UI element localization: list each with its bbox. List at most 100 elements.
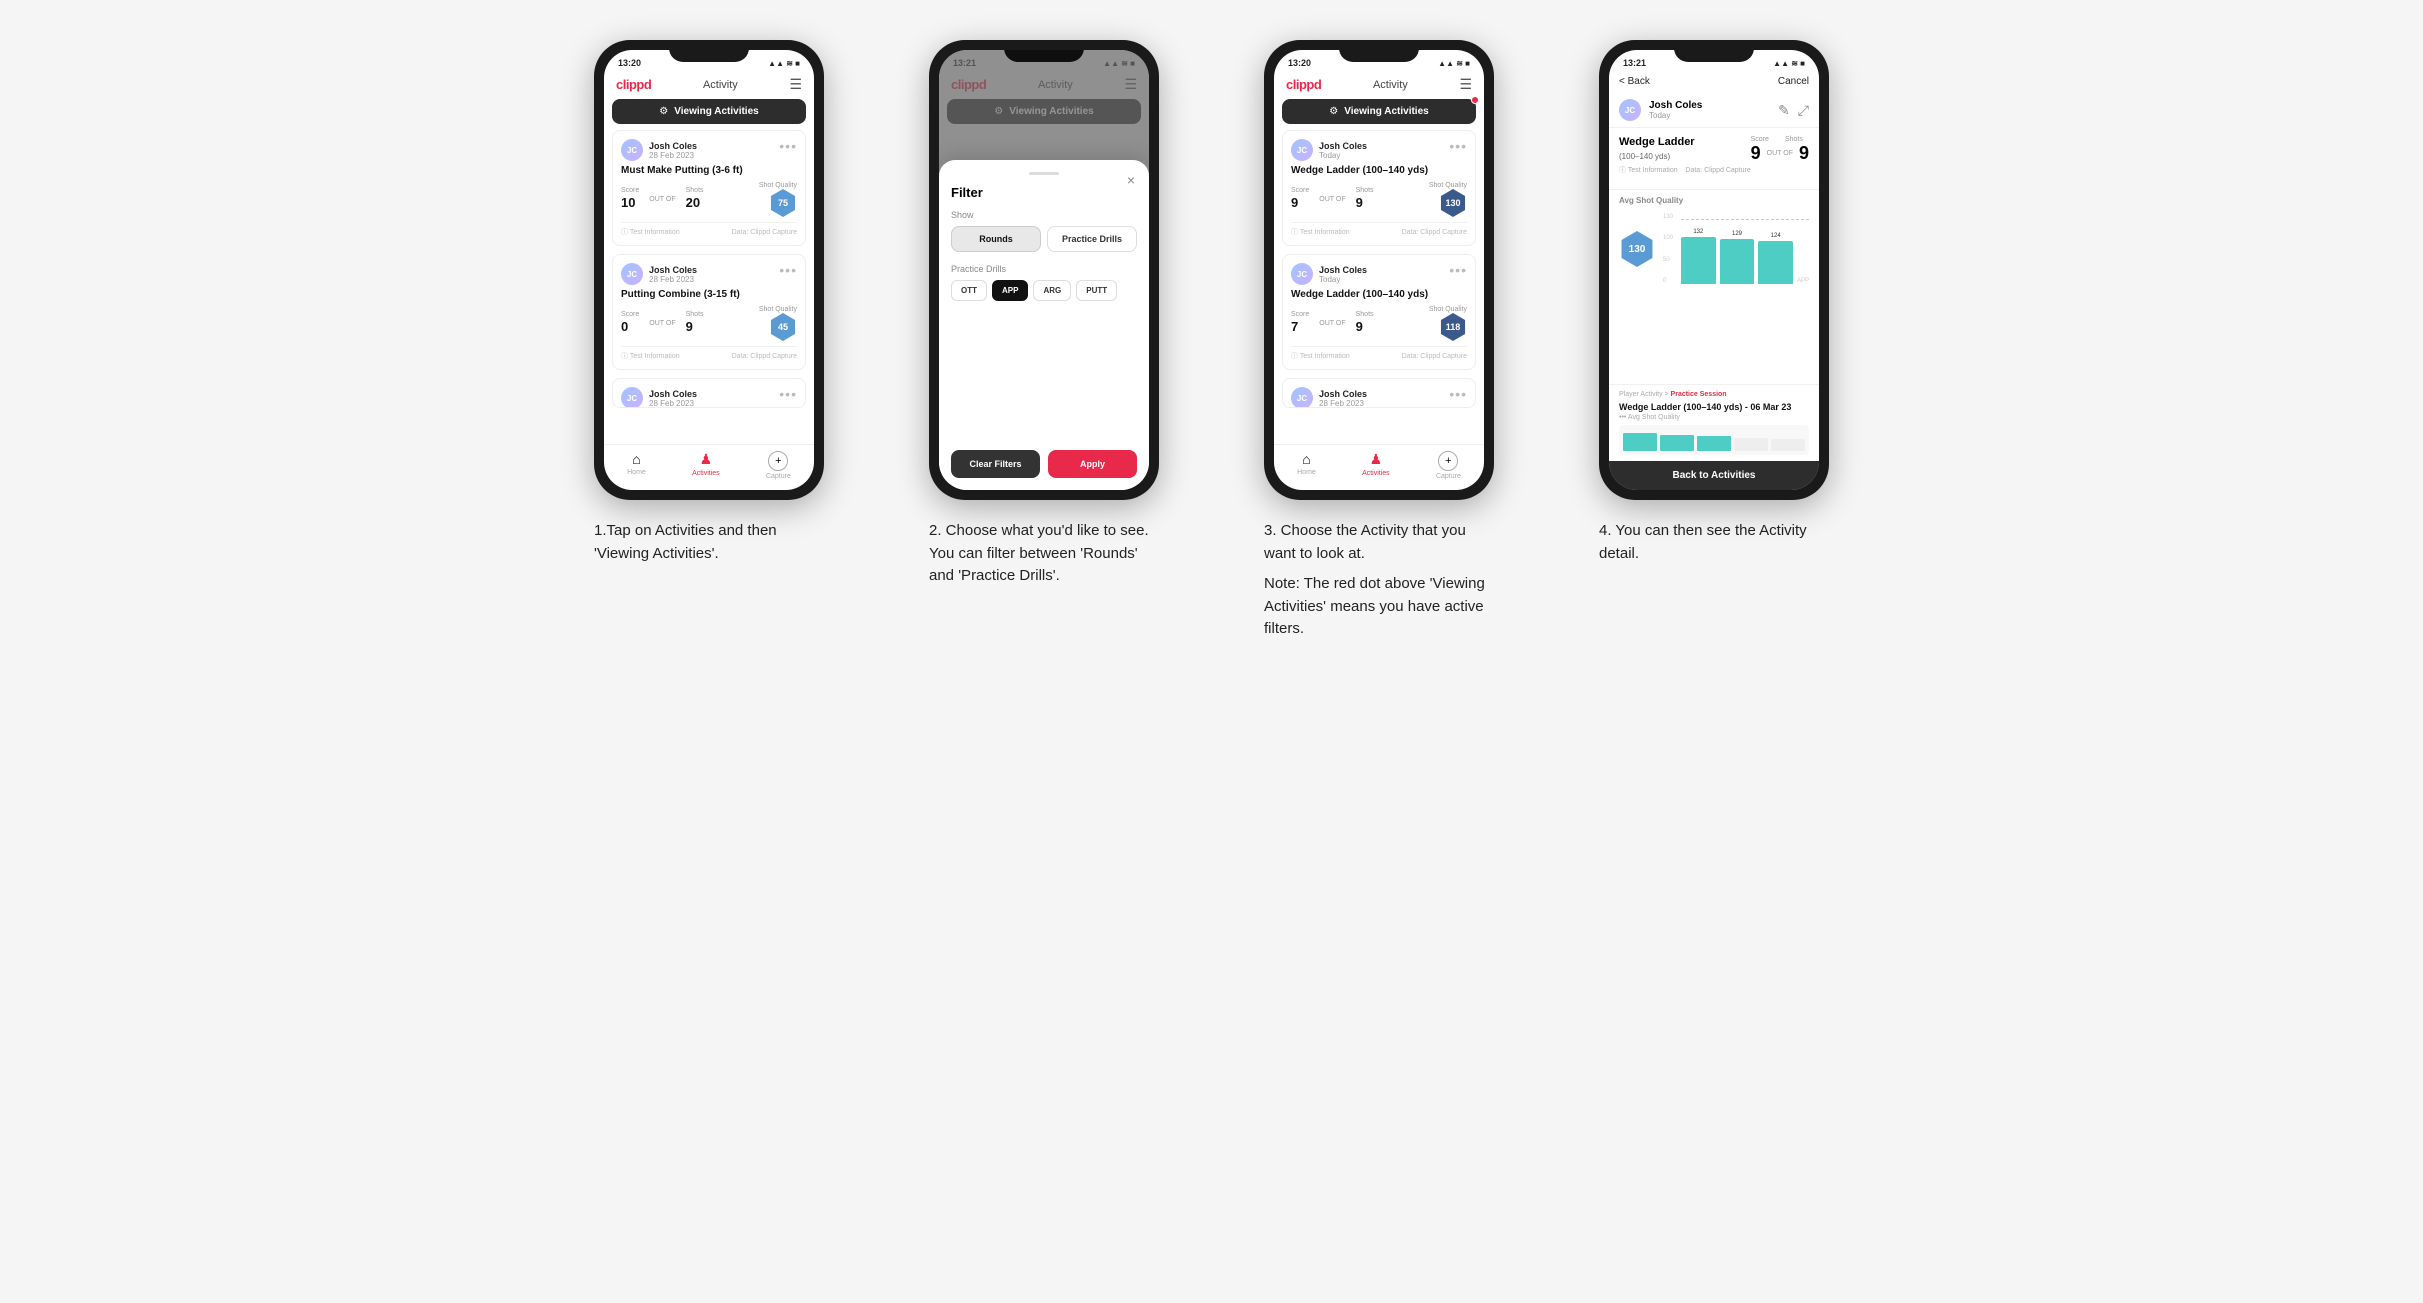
detail-action-icons-4: ✎ ⤢ [1778, 102, 1809, 119]
card-dots-1-2[interactable]: ••• [779, 263, 797, 277]
card-header-1-2: JC Josh Coles 28 Feb 2023 ••• [621, 263, 797, 285]
card-footer-1-1: ⓘ Test Information Data: Clippd Capture [621, 222, 797, 237]
filter-chips-row: OTT APP ARG PUTT [951, 280, 1137, 301]
y-axis-4: 130 100 50 0 [1663, 214, 1673, 284]
activity-card-3-2[interactable]: JC Josh Coles Today ••• Wedge Ladder (10… [1282, 254, 1476, 370]
shot-quality-stat-1-2: Shot Quality 45 [759, 306, 797, 341]
bar-3-4 [1758, 241, 1793, 284]
user-date-1-2: 28 Feb 2023 [649, 275, 697, 284]
bottom-nav-3: ⌂ Home ♟ Activities + Capture [1274, 444, 1484, 490]
filter-title: Filter [951, 185, 1137, 200]
practice-drills-filter-btn[interactable]: Practice Drills [1047, 226, 1137, 252]
card-header-1-1: JC Josh Coles 28 Feb 2023 ••• [621, 139, 797, 161]
app-header-1: clippd Activity ☰ [604, 72, 814, 99]
user-name-1-3: Josh Coles [649, 389, 697, 399]
step-4-description: 4. You can then see the Activity detail. [1599, 520, 1829, 565]
user-info-3-1: JC Josh Coles Today [1291, 139, 1367, 161]
activity-list-3: JC Josh Coles Today ••• Wedge Ladder (10… [1274, 124, 1484, 444]
hamburger-icon-1[interactable]: ☰ [789, 76, 802, 93]
edit-icon-4[interactable]: ✎ [1778, 102, 1790, 119]
detail-shots-4: 9 [1799, 143, 1809, 164]
card-dots-1-1[interactable]: ••• [779, 139, 797, 153]
clear-filters-btn[interactable]: Clear Filters [951, 450, 1040, 478]
capture-icon-1: + [768, 451, 788, 471]
filter-close-icon[interactable]: × [1127, 172, 1135, 188]
card-header-3-1: JC Josh Coles Today ••• [1291, 139, 1467, 161]
outof-1-1: OUT OF [649, 196, 675, 203]
back-to-activities-btn-4[interactable]: Back to Activities [1609, 461, 1819, 490]
activity-name-1-1: Must Make Putting (3-6 ft) [621, 165, 797, 176]
card-header-3-2: JC Josh Coles Today ••• [1291, 263, 1467, 285]
activity-card-3-1[interactable]: JC Josh Coles Today ••• Wedge Ladder (10… [1282, 130, 1476, 246]
activity-card-1-2[interactable]: JC Josh Coles 28 Feb 2023 ••• Putting Co… [612, 254, 806, 370]
nav-capture-1[interactable]: + Capture [766, 451, 791, 480]
user-details-1-1: Josh Coles 28 Feb 2023 [649, 141, 697, 160]
activity-list-1: JC Josh Coles 28 Feb 2023 ••• Must Make … [604, 124, 814, 444]
avg-sq-label-4: Avg Shot Quality [1619, 196, 1809, 205]
activity-card-3-3[interactable]: JC Josh Coles 28 Feb 2023 ••• [1282, 378, 1476, 408]
nav-home-label-1: Home [627, 469, 646, 476]
phone-notch-1 [669, 40, 749, 62]
filter-chip-app[interactable]: APP [992, 280, 1028, 301]
detail-header-4: < Back Cancel [1609, 72, 1819, 93]
red-dot-3 [1471, 96, 1479, 104]
avatar-4: JC [1619, 99, 1641, 121]
player-activity-section-4: Player Activity > Practice Session Wedge… [1609, 384, 1819, 461]
nav-capture-3[interactable]: + Capture [1436, 451, 1461, 480]
user-info-1-3: JC Josh Coles 28 Feb 2023 [621, 387, 697, 408]
nav-home-1[interactable]: ⌂ Home [627, 451, 646, 480]
hex-1-1: 75 [769, 189, 797, 217]
detail-user-name-4: Josh Coles [1649, 100, 1702, 111]
step-4-column: 13:21 ▲▲ ≋ ■ < Back Cancel JC Josh Coles… [1567, 40, 1862, 641]
filter-toggle-row: Rounds Practice Drills [951, 226, 1137, 252]
nav-activities-1[interactable]: ♟ Activities [692, 451, 720, 480]
filter-actions: Clear Filters Apply [951, 450, 1137, 478]
card-footer-1-2: ⓘ Test Information Data: Clippd Capture [621, 346, 797, 361]
filter-handle [1029, 172, 1059, 175]
phone-screen-1: 13:20 ▲▲ ≋ ■ clippd Activity ☰ ⚙ Viewing… [604, 50, 814, 490]
page-container: 13:20 ▲▲ ≋ ■ clippd Activity ☰ ⚙ Viewing… [562, 40, 1862, 641]
expand-icon-4[interactable]: ⤢ [1798, 102, 1809, 119]
shots-stat-1-2: Shots 9 [686, 311, 704, 336]
nav-home-3[interactable]: ⌂ Home [1297, 451, 1316, 480]
step-1-description: 1.Tap on Activities and then 'Viewing Ac… [594, 520, 824, 565]
phone-screen-4: 13:21 ▲▲ ≋ ■ < Back Cancel JC Josh Coles… [1609, 50, 1819, 490]
bottom-nav-1: ⌂ Home ♟ Activities + Capture [604, 444, 814, 490]
filter-show-label: Show [951, 210, 1137, 220]
app-header-title-1: Activity [703, 79, 738, 91]
app-header-3: clippd Activity ☰ [1274, 72, 1484, 99]
nav-activities-3[interactable]: ♟ Activities [1362, 451, 1390, 480]
apply-btn[interactable]: Apply [1048, 450, 1137, 478]
activity-card-1-1[interactable]: JC Josh Coles 28 Feb 2023 ••• Must Make … [612, 130, 806, 246]
card-dots-1-3[interactable]: ••• [779, 387, 797, 401]
footer-data-1-2: Data: Clippd Capture [732, 353, 797, 360]
user-name-1-2: Josh Coles [649, 265, 697, 275]
filter-chip-putt[interactable]: PUTT [1076, 280, 1117, 301]
viewing-bar-1[interactable]: ⚙ Viewing Activities [612, 99, 806, 124]
viewing-bar-text-1: Viewing Activities [674, 106, 758, 117]
activity-name-1-2: Putting Combine (3-15 ft) [621, 289, 797, 300]
viewing-bar-3[interactable]: ⚙ Viewing Activities [1282, 99, 1476, 124]
phone-notch-3 [1339, 40, 1419, 62]
bar-1-4 [1681, 237, 1716, 284]
filter-chip-ott[interactable]: OTT [951, 280, 987, 301]
cancel-btn-4[interactable]: Cancel [1778, 76, 1809, 87]
rounds-filter-btn[interactable]: Rounds [951, 226, 1041, 252]
user-name-1-1: Josh Coles [649, 141, 697, 151]
chart-area-4: 130 130 100 50 0 1 [1619, 209, 1809, 289]
phone-screen-3: 13:20 ▲▲ ≋ ■ clippd Activity ☰ ⚙ Viewing… [1274, 50, 1484, 490]
user-info-1-1: JC Josh Coles 28 Feb 2023 [621, 139, 697, 161]
score-stat-1-1: Score 10 [621, 187, 639, 212]
step-3-column: 13:20 ▲▲ ≋ ■ clippd Activity ☰ ⚙ Viewing… [1232, 40, 1527, 641]
phone-notch-4 [1674, 40, 1754, 62]
pa-sub-label-4: ••• Avg Shot Quality [1619, 414, 1809, 421]
activities-icon-1: ♟ [700, 451, 713, 468]
detail-user-info-4: JC Josh Coles Today [1619, 99, 1702, 121]
avatar-1-3: JC [621, 387, 643, 408]
filter-chip-arg[interactable]: ARG [1033, 280, 1071, 301]
step-2-description: 2. Choose what you'd like to see. You ca… [929, 520, 1159, 588]
back-btn-4[interactable]: < Back [1619, 76, 1650, 87]
stats-row-1-2: Score 0 OUT OF Shots 9 Shot Quality 45 [621, 306, 797, 341]
activity-card-1-3[interactable]: JC Josh Coles 28 Feb 2023 ••• [612, 378, 806, 408]
step-2-column: 13:21 ▲▲ ≋ ■ clippd Activity ☰ ⚙ Viewing… [897, 40, 1192, 641]
